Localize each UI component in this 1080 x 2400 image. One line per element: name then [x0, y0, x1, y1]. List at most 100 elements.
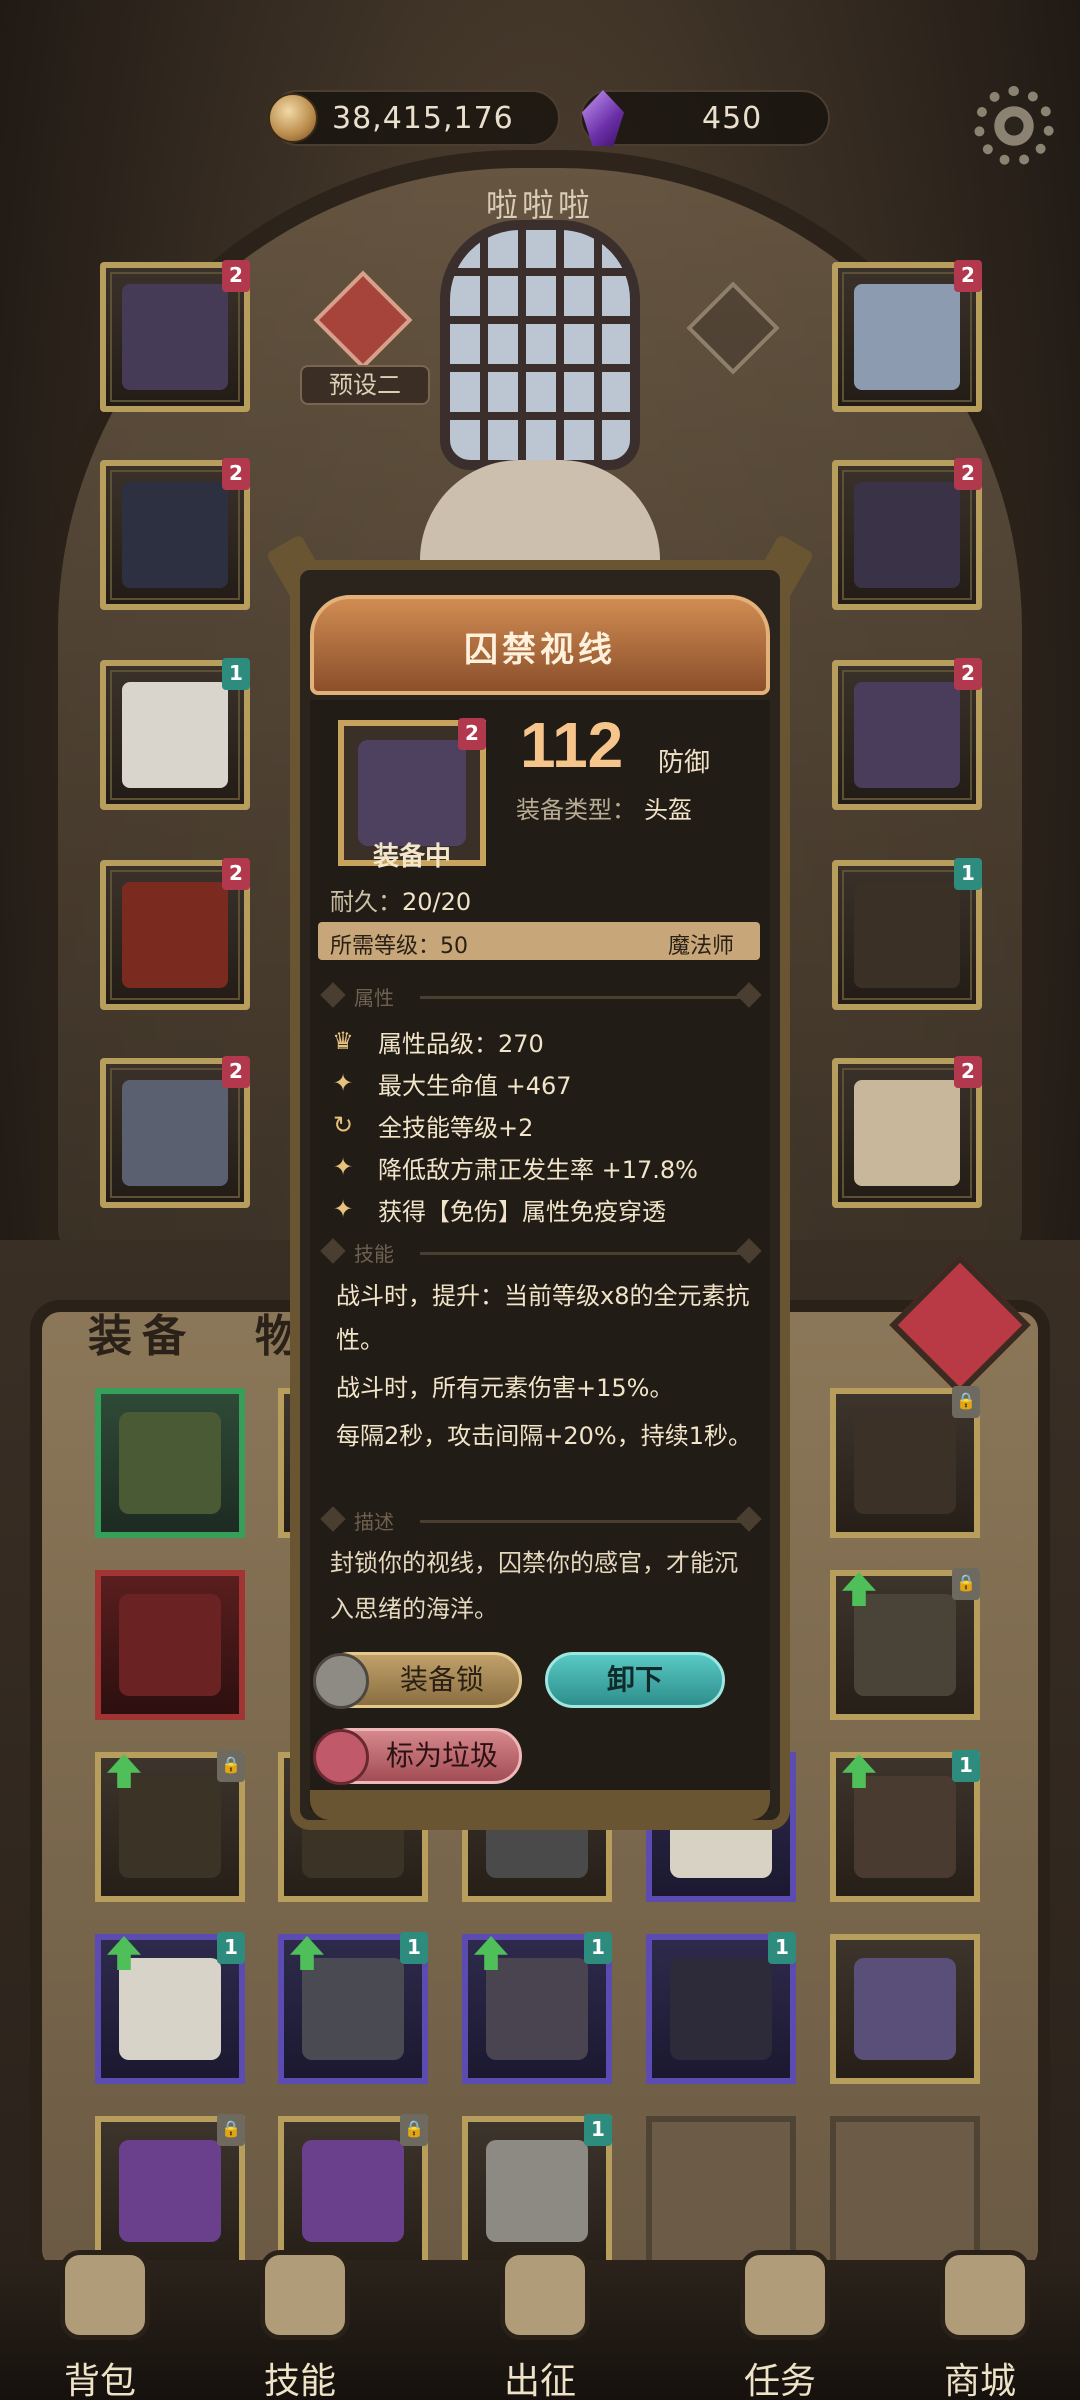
button-label: 卸下: [606, 1663, 663, 1696]
nav-label: 出征: [503, 2361, 576, 2400]
tier-badge: 2: [954, 658, 982, 690]
tier-badge: 1: [768, 1932, 796, 1964]
equip-slot-offhand[interactable]: 2: [832, 658, 982, 810]
map-magnifier-icon: [854, 1080, 960, 1186]
required-class: 魔法师: [668, 934, 735, 959]
nav-quests[interactable]: 任务: [700, 2250, 860, 2400]
inventory-item[interactable]: 1: [278, 1932, 428, 2084]
cage-helmet-icon: [358, 740, 466, 846]
skill-text: 每隔2秒，攻击间隔+20%，持续1秒。: [336, 1422, 752, 1450]
tier-badge: 2: [954, 458, 982, 490]
mark-as-junk-button[interactable]: 标为垃圾: [313, 1728, 522, 1785]
inventory-item[interactable]: [95, 1570, 245, 1720]
ring-icon: [854, 1958, 956, 2060]
tier-badge: 1: [584, 1932, 612, 1964]
coin-icon: [268, 93, 318, 143]
spear-icon: [854, 882, 960, 988]
backpack-icon: [60, 2250, 150, 2340]
item-name: 囚禁视线: [464, 630, 616, 670]
skill-text: 战斗时，提升：当前等级x8的全元素抗性。: [336, 1282, 750, 1354]
boots-icon: [122, 1080, 228, 1186]
defense-label: 防御: [658, 748, 711, 778]
attribute-text: 属性品级：270: [378, 1030, 544, 1058]
inventory-item[interactable]: 1: [462, 2114, 612, 2266]
attribute-text: 全技能等级+2: [378, 1114, 534, 1142]
equip-slot-weapon[interactable]: 1: [832, 858, 982, 1010]
diamond-ornament-icon: [736, 1238, 762, 1264]
trash-icon: [313, 1729, 369, 1785]
cage-helmet-art: [440, 220, 640, 470]
nav-skills[interactable]: 技能: [220, 2250, 380, 2400]
equip-slot-necklace[interactable]: 2: [832, 260, 982, 412]
cage-helmet-icon: [122, 284, 228, 390]
nav-backpack[interactable]: 背包: [20, 2250, 180, 2400]
quest-scroll-icon: [740, 2250, 830, 2340]
inventory-item[interactable]: 🔒: [95, 1750, 245, 1902]
lock-icon: [313, 1653, 369, 1709]
empty-inventory-slot[interactable]: [646, 2116, 796, 2266]
durability-value: 20/20: [402, 888, 472, 916]
empty-inventory-slot[interactable]: [830, 2116, 980, 2266]
equip-slot-armor[interactable]: 2: [100, 458, 250, 610]
inventory-item[interactable]: 1: [646, 1932, 796, 2084]
attribute-text: 获得【免伤】属性免疫穿透: [378, 1198, 666, 1226]
durability: 耐久：20/20: [330, 882, 471, 917]
skull-mask-icon: [486, 2140, 588, 2242]
gem-value: 450: [702, 100, 763, 136]
inventory-item[interactable]: 🔒: [830, 1386, 980, 1538]
cross-necklace-icon: [670, 1958, 772, 2060]
equipment-lock-button[interactable]: 装备锁: [313, 1652, 522, 1709]
lock-icon: 🔒: [217, 1750, 245, 1782]
button-label: 装备锁: [399, 1663, 484, 1696]
inventory-item[interactable]: 🔒: [278, 2114, 428, 2266]
equip-slot-accessory[interactable]: 2: [832, 1056, 982, 1208]
inventory-item[interactable]: [95, 1388, 245, 1538]
lock-icon: 🔒: [400, 2114, 428, 2146]
bottom-navigation: 背包 技能 出征 任务 商城: [0, 2250, 1080, 2400]
equip-slot-gauntlet[interactable]: 2: [832, 458, 982, 610]
gold-value: 38,415,176: [332, 100, 514, 136]
inventory-item[interactable]: 1: [95, 1932, 245, 2084]
equip-type-label: 装备类型：: [516, 796, 636, 824]
inventory-item[interactable]: 1: [462, 1932, 612, 2084]
diamond-ornament-icon: [320, 1506, 346, 1532]
tier-badge: 2: [458, 718, 486, 750]
gear-icon[interactable]: [974, 86, 1054, 166]
inventory-item[interactable]: 1: [830, 1750, 980, 1902]
durability-label: 耐久：: [330, 888, 402, 916]
equip-slot-boots[interactable]: 2: [100, 1056, 250, 1208]
equip-type: 装备类型： 头盔: [516, 790, 692, 825]
beast-skull-icon: [854, 682, 960, 788]
potion-orb-icon: [302, 2140, 404, 2242]
equip-slot-gloves[interactable]: 1: [100, 658, 250, 810]
nav-expedition[interactable]: 出征: [460, 2250, 620, 2400]
crystal-icon: [582, 90, 624, 146]
diamond-ornament-icon: [320, 1238, 346, 1264]
divider: [420, 1252, 740, 1255]
tier-badge: 1: [584, 2114, 612, 2146]
tier-badge: 2: [954, 260, 982, 292]
tab-equipment[interactable]: 装备: [88, 1300, 196, 1364]
chain-gauntlet-icon: [302, 1958, 404, 2060]
inventory-item[interactable]: 🔒: [95, 2114, 245, 2266]
spiked-crown-icon: [119, 1594, 221, 1696]
inventory-item[interactable]: [830, 1934, 980, 2084]
gem-currency[interactable]: 450: [580, 90, 830, 146]
gold-currency[interactable]: 38,415,176: [268, 90, 560, 146]
ruby-amulet-icon: [486, 1958, 588, 2060]
lock-icon: 🔒: [952, 1568, 980, 1600]
equip-type-value: 头盔: [644, 796, 692, 824]
nav-label: 任务: [743, 2361, 816, 2400]
equip-slot-cape[interactable]: 2: [100, 858, 250, 1010]
inventory-item[interactable]: 🔒: [830, 1568, 980, 1720]
skull-pendant-icon: [854, 284, 960, 390]
tier-badge: 1: [952, 1750, 980, 1782]
mace-icon: [854, 1594, 956, 1696]
required-level: 所需等级：50: [330, 934, 468, 959]
nav-shop[interactable]: 商城: [900, 2250, 1060, 2400]
unequip-button[interactable]: 卸下: [545, 1652, 725, 1708]
popup-ornament: [310, 1790, 770, 1820]
divider: [420, 1520, 740, 1523]
equip-slot-helmet[interactable]: 2: [100, 260, 250, 412]
diamond-ornament-icon: [320, 982, 346, 1008]
